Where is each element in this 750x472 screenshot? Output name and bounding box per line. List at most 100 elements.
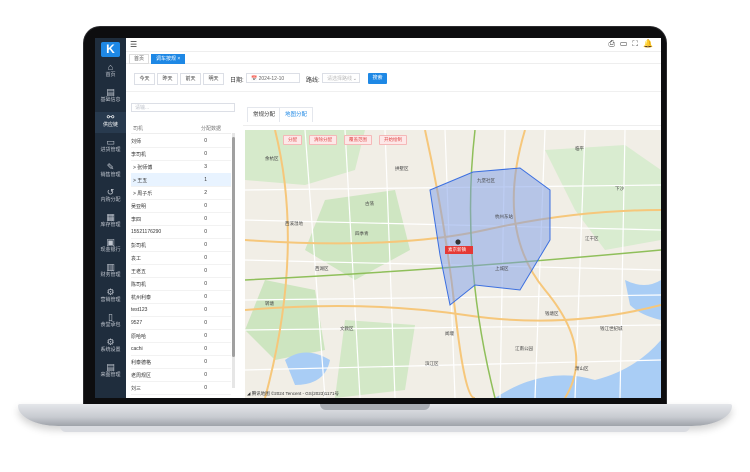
place-label: 拱墅区 bbox=[395, 165, 409, 172]
filter-bar: 今天 昨天 前天 明天 日期: 📅 2024-12-10 路线: 请选择路线 ⌄… bbox=[126, 64, 661, 92]
delivery-zone-polygon[interactable] bbox=[429, 167, 551, 306]
driver-row[interactable]: test123 0 bbox=[131, 303, 231, 317]
place-label: 江南公园 bbox=[515, 345, 533, 352]
clear-assign-button[interactable]: 清除分配 bbox=[309, 135, 337, 145]
driver-row[interactable]: 彭司机 0 bbox=[131, 238, 231, 252]
route-label: 路线: bbox=[306, 78, 320, 84]
driver-row[interactable]: 杭州利泰 0 bbox=[131, 290, 231, 304]
driver-row[interactable]: 15521176290 0 bbox=[131, 225, 231, 239]
sidebar-item-5[interactable]: ↺ 内购分配 bbox=[95, 187, 126, 208]
driver-assign-count: 0 bbox=[204, 203, 207, 209]
driver-list-scrollbar[interactable] bbox=[232, 133, 235, 388]
driver-name: 彭司机 bbox=[131, 243, 147, 249]
driver-row[interactable]: 袁工 0 bbox=[131, 251, 231, 265]
driver-row[interactable]: 李四 0 bbox=[131, 212, 231, 226]
driver-name: 9527 bbox=[131, 320, 143, 326]
driver-name: > 张师傅 bbox=[133, 165, 153, 171]
tab-dispatch[interactable]: 调车按规 × bbox=[151, 54, 186, 64]
tab-home[interactable]: 首页 bbox=[129, 54, 150, 64]
laptop-notch bbox=[320, 404, 430, 410]
day-before-button[interactable]: 前天 bbox=[180, 73, 201, 85]
driver-row[interactable]: 吴亚明 0 bbox=[131, 199, 231, 213]
driver-name: 15521176290 bbox=[131, 229, 162, 235]
driver-row[interactable]: 王老五 0 bbox=[131, 264, 231, 278]
sidebar-item-6[interactable]: ▦ 库存管理 bbox=[95, 212, 126, 233]
route-select[interactable]: 请选择路线 ⌄ bbox=[322, 73, 360, 83]
scrollbar-thumb[interactable] bbox=[232, 137, 235, 357]
driver-row[interactable]: 陈司机 0 bbox=[131, 277, 231, 291]
sidebar-item-11[interactable]: ⚙ 系统设置 bbox=[95, 337, 126, 358]
driver-row[interactable]: 老周规区 0 bbox=[131, 368, 231, 382]
tag-icon: ✎ bbox=[106, 162, 115, 172]
driver-assign-count: 0 bbox=[204, 385, 207, 391]
date-input[interactable]: 📅 2024-12-10 bbox=[246, 73, 300, 83]
driver-row[interactable]: 利泰德格 0 bbox=[131, 355, 231, 369]
driver-assign-count: 0 bbox=[204, 138, 207, 144]
driver-name: 刘三 bbox=[131, 386, 142, 392]
map-canvas[interactable]: 九堡社区杭州东站钱塘区西溪湿地萧山区滨江区西湖区余杭区上城区拱墅区江干区下沙临平… bbox=[245, 130, 661, 398]
driver-row[interactable]: 刘师 0 bbox=[131, 134, 231, 148]
printer-icon[interactable]: ⎙ bbox=[608, 39, 619, 48]
driver-row[interactable]: 李司机 0 bbox=[131, 147, 231, 161]
sidebar-item-8[interactable]: ▥ 财务管理 bbox=[95, 262, 126, 283]
sidebar-item-label: 系统设置 bbox=[100, 347, 121, 353]
sidebar-item-7[interactable]: ▣ 现金银行 bbox=[95, 237, 126, 258]
driver-table-header: 司机 分配数据 bbox=[131, 121, 231, 134]
sidebar-item-0[interactable]: ⌂ 首页 bbox=[95, 62, 126, 83]
sidebar-item-9[interactable]: ⚙ 营销管理 bbox=[95, 287, 126, 308]
driver-name: 吴亚明 bbox=[131, 204, 147, 210]
driver-search-input[interactable]: 请输... bbox=[131, 103, 235, 112]
driver-assign-count: 2 bbox=[204, 190, 207, 196]
driver-assign-count: 0 bbox=[204, 333, 207, 339]
menu-toggle-icon[interactable]: ☰ bbox=[130, 40, 137, 49]
gear-icon: ⚙ bbox=[106, 287, 115, 297]
start-draw-button[interactable]: 开始绘制 bbox=[379, 135, 407, 145]
driver-assign-count: 0 bbox=[204, 307, 207, 313]
marker-label: 素京新镇 bbox=[448, 247, 466, 252]
col-count: 分配数据 bbox=[201, 126, 222, 132]
today-button[interactable]: 今天 bbox=[134, 73, 155, 85]
driver-name: 李四 bbox=[131, 217, 142, 223]
sidebar-item-label: 食堂承包 bbox=[100, 322, 121, 328]
tab-map-assign[interactable]: 地图分配 bbox=[279, 107, 314, 122]
sidebar-item-2[interactable]: ⚯ 供应链 bbox=[95, 112, 126, 133]
book-icon[interactable]: ▭ bbox=[620, 39, 633, 48]
driver-name: 王老五 bbox=[131, 269, 147, 275]
sidebar-item-3[interactable]: ▭ 进货管理 bbox=[95, 137, 126, 158]
driver-assign-count: 0 bbox=[204, 359, 207, 365]
search-button[interactable]: 搜索 bbox=[368, 73, 387, 84]
sidebar-item-1[interactable]: ▤ 基础信息 bbox=[95, 87, 126, 108]
driver-name: 利泰德格 bbox=[131, 360, 152, 366]
sidebar-item-10[interactable]: ▯ 食堂承包 bbox=[95, 312, 126, 333]
driver-row[interactable]: 刘三 0 bbox=[131, 381, 231, 395]
sidebar-item-12[interactable]: ▤ 来图管理 bbox=[95, 362, 126, 383]
place-label: 闻堰 bbox=[445, 330, 454, 337]
coverage-button[interactable]: 覆盖范围 bbox=[344, 135, 372, 145]
driver-row[interactable]: cachi 0 bbox=[131, 342, 231, 356]
driver-row[interactable]: > 周子乐 2 bbox=[131, 186, 231, 200]
driver-row[interactable]: > 王五 1 bbox=[131, 173, 231, 187]
map-view[interactable]: 九堡社区 杭州东站 钱塘区 西溪湿地 萧山区 滨江区 西湖区 余杭区 上城区 拱墅区 江干区 下沙 临平… bbox=[245, 130, 661, 398]
sidebar-item-label: 首页 bbox=[105, 72, 116, 78]
driver-row[interactable]: 9527 0 bbox=[131, 316, 231, 330]
driver-assign-count: 0 bbox=[204, 255, 207, 261]
place-label: 余杭区 bbox=[265, 155, 279, 162]
driver-row[interactable]: 原哈哈 0 bbox=[131, 329, 231, 343]
sidebar-item-label: 进货管理 bbox=[100, 147, 121, 153]
header-icons: ⎙▭⛶🔔 bbox=[608, 39, 658, 49]
driver-name: 李司机 bbox=[131, 152, 147, 158]
sidebar-item-4[interactable]: ✎ 销售管理 bbox=[95, 162, 126, 183]
app-logo[interactable]: K bbox=[101, 42, 120, 57]
tab-regular-assign[interactable]: 常规分配 bbox=[247, 107, 282, 122]
place-label: 西溪湿地 bbox=[285, 220, 303, 227]
driver-name: 刘师 bbox=[131, 139, 142, 145]
place-label: 文教区 bbox=[340, 325, 354, 332]
assign-button[interactable]: 分配 bbox=[283, 135, 302, 145]
driver-row[interactable]: > 张师傅 3 bbox=[131, 160, 231, 174]
bell-icon[interactable]: 🔔 bbox=[643, 39, 658, 48]
driver-name: > 周子乐 bbox=[133, 191, 153, 197]
expand-icon[interactable]: ⛶ bbox=[632, 39, 643, 48]
tomorrow-button[interactable]: 明天 bbox=[203, 73, 224, 85]
yesterday-button[interactable]: 昨天 bbox=[157, 73, 178, 85]
date-label: 日期: bbox=[230, 78, 244, 84]
